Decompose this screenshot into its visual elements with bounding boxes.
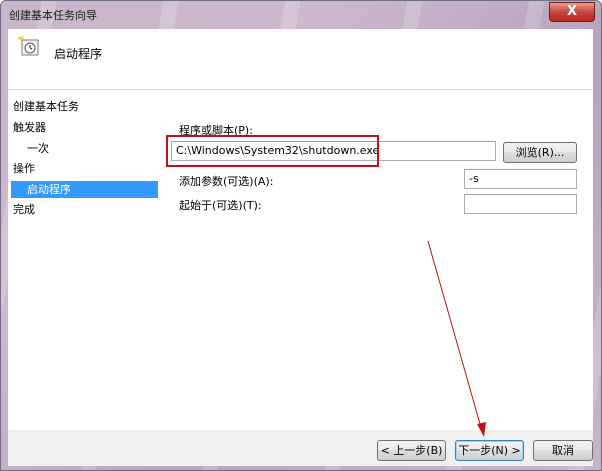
annotation-arrow	[427, 240, 486, 437]
wizard-window: 创建基本任务向导 X 启动程序 创建基本任务 触发器 一次 操作 启动程序 完成…	[0, 0, 602, 471]
